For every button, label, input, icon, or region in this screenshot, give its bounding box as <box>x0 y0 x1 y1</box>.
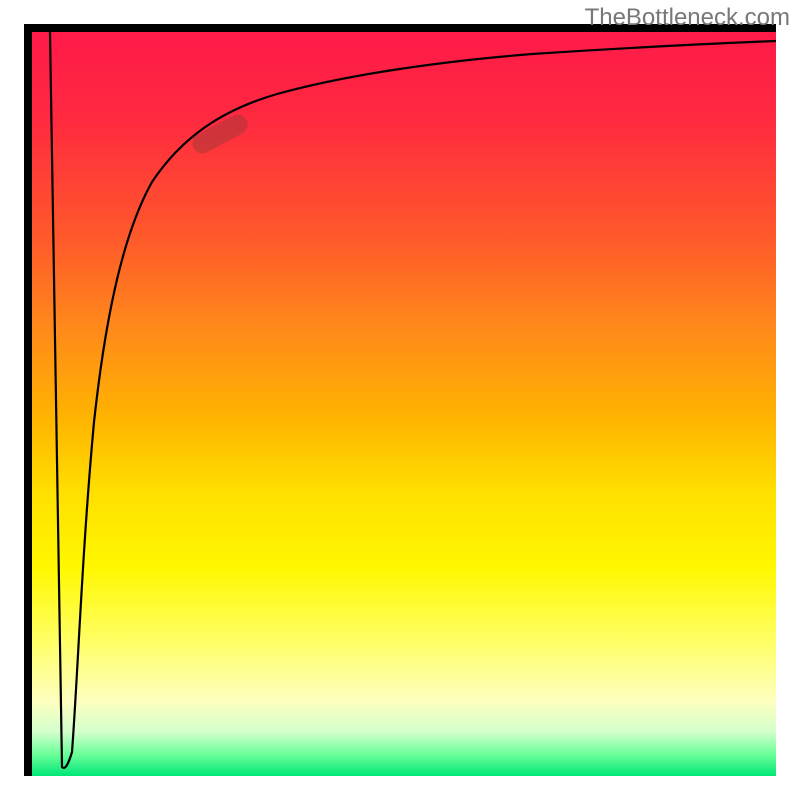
plot-area <box>32 32 776 776</box>
chart-root: TheBottleneck.com <box>0 0 800 800</box>
bottleneck-curve <box>50 32 776 768</box>
plot-frame <box>24 24 776 776</box>
curve-layer <box>32 32 776 776</box>
watermark-text: TheBottleneck.com <box>585 4 790 32</box>
